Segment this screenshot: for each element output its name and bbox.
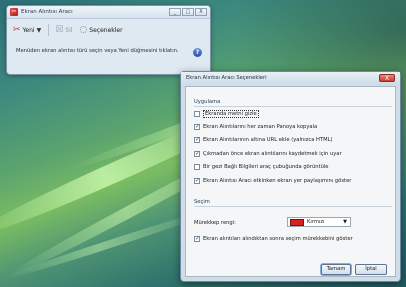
toolbar: ✂ Yeni ▼ ☒ Sil ◌ Seçenekler [7,19,210,41]
ok-button[interactable]: Tamam [321,264,351,275]
scissors-icon: ✂ [10,8,18,16]
option-include-url[interactable]: ✓ Ekran Alıntılarının altına URL ekle (y… [194,137,333,143]
ink-color-select[interactable]: Kırmızı ▼ [287,217,351,227]
ink-color-value: Kırmızı [307,219,325,225]
checkbox[interactable]: ✓ [194,178,200,184]
option-show-ink[interactable]: ✓ Ekran alıntıları alındıktan sonra seçi… [194,236,353,242]
option-label: Ekran Alıntısı Aracı etkinken ekran yer … [203,178,352,184]
ink-color-label: Mürekkep rengi: [194,220,236,226]
option-hide-text[interactable]: Ekranda metni gizle [194,110,259,118]
options-button[interactable]: ◌ Seçenekler [79,24,123,35]
checkbox[interactable] [194,111,200,117]
window-titlebar[interactable]: ✂ Ekran Alıntısı Aracı _ □ X [7,6,210,19]
option-label: Ekranda metni gizle [203,110,259,118]
option-prompt-save[interactable]: ✓ Çıkmadan önce ekran alıntılarını kayde… [194,151,342,157]
window-title: Ekran Alıntısı Aracı [21,9,73,15]
instruction-text: Menüden ekran alıntısı türü seçin veya Y… [16,48,179,54]
help-icon[interactable]: ? [193,48,202,57]
checkbox[interactable]: ✓ [194,124,200,130]
option-label: Çıkmadan önce ekran alıntılarını kaydetm… [203,151,342,157]
delete-button[interactable]: ☒ Sil [55,24,73,35]
option-label: Bir gezi Bağlı Bilgileri araç çubuğunda … [203,164,329,170]
options-button-label: Seçenekler [89,26,123,34]
chevron-down-icon: ▼ [343,219,347,225]
new-button-label: Yeni [22,26,35,34]
option-copy-clipboard[interactable]: ✓ Ekran Alıntılarını her zaman Panoya ko… [194,124,317,130]
close-button[interactable]: X [195,8,207,16]
color-swatch [290,218,304,226]
cancel-button[interactable]: İptal [355,264,387,275]
option-label: Ekran Alıntılarının altına URL ekle (yal… [203,137,333,143]
toolbar-separator [48,24,50,36]
minimize-button[interactable]: _ [169,8,181,16]
option-quick-launch[interactable]: Bir gezi Bağlı Bilgileri araç çubuğunda … [194,164,329,170]
new-snip-icon: ✂ [13,24,21,35]
dialog-close-button[interactable]: X [379,74,395,82]
dialog-title: Ekran Alıntısı Aracı Seçenekleri [186,75,267,81]
group-divider [194,106,392,107]
maximize-button[interactable]: □ [182,8,194,16]
options-icon: ◌ [79,24,88,35]
applications-group-label: Uygulama [194,99,221,105]
delete-icon: ☒ [55,24,64,35]
dialog-titlebar[interactable]: Ekran Alıntısı Aracı Seçenekleri X [181,72,400,84]
checkbox[interactable] [194,164,200,170]
checkbox[interactable]: ✓ [194,151,200,157]
option-show-overlay[interactable]: ✓ Ekran Alıntısı Aracı etkinken ekran ye… [194,178,351,184]
window-controls: _ □ X [168,8,207,16]
new-button[interactable]: ✂ Yeni ▼ [13,24,42,35]
group-divider [194,206,392,207]
snipping-tool-window: ✂ Ekran Alıntısı Aracı _ □ X ✂ Yeni ▼ ☒ … [6,5,211,75]
option-label: Ekran alıntıları alındıktan sonra seçim … [203,236,353,242]
options-dialog: Ekran Alıntısı Aracı Seçenekleri X Uygul… [180,71,401,282]
chevron-down-icon[interactable]: ▼ [37,27,42,34]
selection-group-label: Seçim [194,199,210,205]
checkbox[interactable]: ✓ [194,137,200,143]
delete-button-label: Sil [65,26,73,34]
ink-color-row: Mürekkep rengi: [194,220,236,226]
checkbox[interactable]: ✓ [194,236,200,242]
option-label: Ekran Alıntılarını her zaman Panoya kopy… [203,124,318,130]
